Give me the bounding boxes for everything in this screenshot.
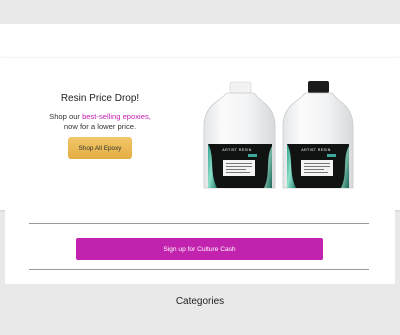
header-strip: [0, 24, 400, 58]
shop-all-epoxy-button[interactable]: Shop All Epoxy: [68, 137, 132, 159]
right-resin-jug: ARTIST RESIN: [282, 81, 354, 189]
categories-heading: Categories: [175, 296, 225, 307]
best-selling-epoxies-link[interactable]: best-selling epoxies,: [82, 112, 151, 121]
promo-copy-line2: now for a lower price.: [63, 122, 137, 131]
divider-bottom: [29, 269, 369, 270]
culture-cash-signup-button[interactable]: Sign up for Culture Cash: [76, 238, 323, 260]
right-jug-brand-label: ARTIST RESIN: [301, 148, 330, 152]
left-resin-jug: ARTIST RESIN: [203, 81, 276, 189]
artist-resin-jugs-image: ARTIST RESIN ARTIST RESIN: [203, 81, 354, 189]
promo-title: Resin Price Drop!: [60, 93, 140, 104]
divider-top: [29, 223, 369, 224]
promo-banner: Resin Price Drop! Shop our best-selling …: [0, 58, 400, 210]
promo-copy-prefix: Shop our: [49, 112, 83, 121]
signup-section: Sign up for Culture Cash: [5, 210, 395, 284]
left-jug-brand-label: ARTIST RESIN: [222, 148, 251, 152]
promo-copy: Shop our best-selling epoxies, now for a…: [0, 112, 200, 132]
